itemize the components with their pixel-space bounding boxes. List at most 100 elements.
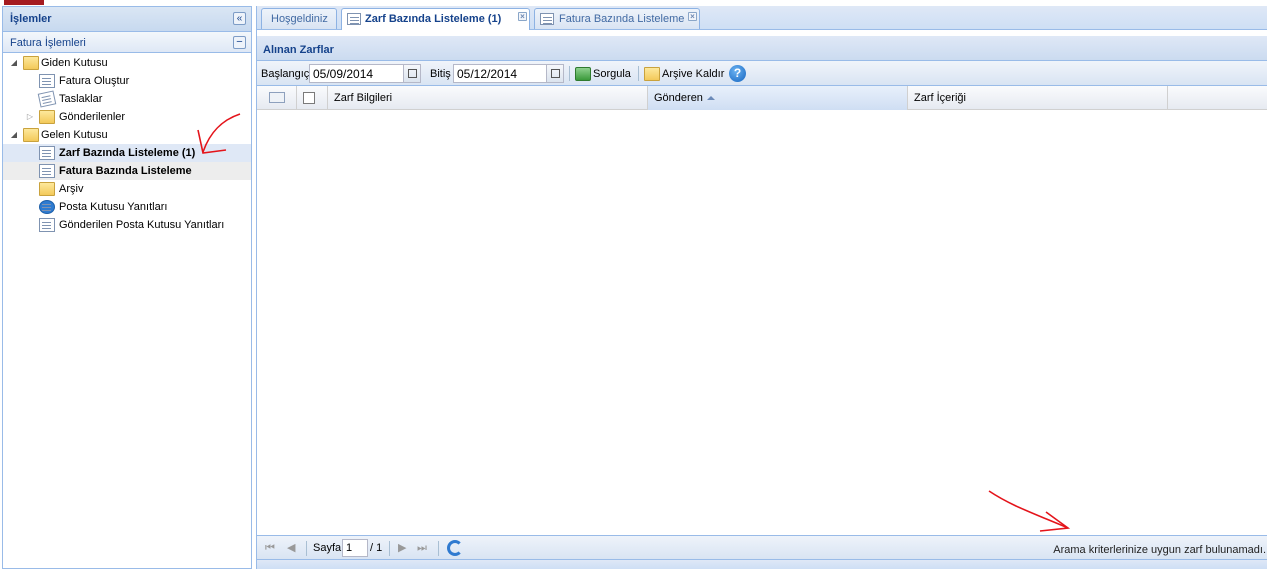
tree-node-label: Taslaklar [59, 93, 103, 105]
start-date-input[interactable] [310, 65, 402, 82]
toolbar-separator [638, 66, 639, 81]
start-date-field[interactable] [309, 64, 421, 83]
sent-icon [39, 110, 55, 124]
tree-node-label: Zarf Bazında Listeleme (1) [59, 147, 196, 159]
invoice-operations-header[interactable]: Fatura İşlemleri − [3, 32, 251, 53]
toolbar-separator [306, 541, 307, 556]
page-number-input[interactable] [342, 539, 368, 557]
paging-status: Arama kriterlerinize uygun zarf bulunama… [1053, 544, 1266, 556]
next-page-icon[interactable]: ▶ [398, 540, 406, 556]
refresh-icon[interactable] [447, 540, 463, 556]
last-page-icon[interactable]: ⏭ [417, 540, 427, 556]
received-envelopes-header: Alınan Zarflar [257, 36, 1267, 61]
tree-node-drafts[interactable]: Taslaklar [3, 90, 251, 108]
sort-asc-icon [706, 96, 715, 101]
toolbar-separator [569, 66, 570, 81]
tree-node-archive[interactable]: Arşiv [3, 180, 251, 198]
tree-node-label: Gönderilenler [59, 111, 126, 123]
grid-row-icon-column [257, 86, 297, 110]
page-label: Sayfa [313, 542, 342, 554]
tree-node-label: Gelen Kutusu [41, 129, 108, 141]
filter-toolbar: Başlangıç Bitiş Sorgula Arşive Kaldır ? [257, 61, 1267, 86]
sent-mailbox-reply-icon [39, 218, 55, 232]
expanded-triangle-icon[interactable]: ◢ [9, 54, 19, 72]
main-area: Hoşgeldiniz Zarf Bazında Listeleme (1) ×… [256, 6, 1267, 569]
column-label: Zarf Bilgileri [334, 92, 393, 104]
calendar-icon[interactable] [403, 65, 420, 82]
first-page-icon[interactable]: ⏮ [265, 540, 275, 556]
archive-icon [644, 67, 660, 81]
collapse-section-icon[interactable]: − [233, 36, 246, 49]
tab-label: Hoşgeldiniz [271, 13, 328, 25]
close-icon[interactable]: × [518, 12, 527, 21]
envelope-list-icon [39, 146, 55, 160]
calendar-icon[interactable] [546, 65, 563, 82]
tab-label: Zarf Bazında Listeleme (1) [365, 13, 502, 25]
tab-envelope-list[interactable]: Zarf Bazında Listeleme (1) × [341, 8, 530, 30]
tab-welcome[interactable]: Hoşgeldiniz [261, 8, 337, 29]
section-title: Fatura İşlemleri [10, 37, 86, 49]
tree-node-invoice-list[interactable]: Fatura Bazında Listeleme [3, 162, 251, 180]
close-icon[interactable]: × [688, 12, 697, 21]
query-button-label: Sorgula [593, 68, 631, 80]
tab-invoice-list[interactable]: Fatura Bazında Listeleme × [534, 8, 700, 29]
tree-node-inbox[interactable]: ◢ Gelen Kutusu [3, 126, 251, 144]
help-icon[interactable]: ? [729, 65, 746, 82]
tab-strip: Hoşgeldiniz Zarf Bazında Listeleme (1) ×… [257, 6, 1267, 30]
paging-toolbar: ⏮ ◀ Sayfa / 1 ▶ ⏭ Arama kriterlerinize u… [257, 535, 1267, 559]
tree-node-label: Fatura Oluştur [59, 75, 130, 87]
tree-node-create-invoice[interactable]: Fatura Oluştur [3, 72, 251, 90]
invoice-create-icon [39, 74, 55, 88]
folder-icon [23, 128, 39, 142]
tree-node-label: Giden Kutusu [41, 57, 108, 69]
column-label: Gönderen [654, 92, 703, 104]
tree-node-sent-mailbox-replies[interactable]: Gönderilen Posta Kutusu Yanıtları [3, 216, 251, 234]
operations-header: İşlemler « [3, 7, 251, 32]
column-sender[interactable]: Gönderen [648, 86, 908, 110]
detail-panel-header [257, 559, 1267, 569]
toolbar-separator [389, 541, 390, 556]
column-envelope-info[interactable]: Zarf Bilgileri [328, 86, 648, 110]
end-date-field[interactable] [453, 64, 564, 83]
start-date-label: Başlangıç [261, 68, 310, 80]
tree-node-envelope-list[interactable]: Zarf Bazında Listeleme (1) [3, 144, 251, 162]
select-all-column[interactable] [297, 86, 328, 110]
envelope-icon [269, 92, 285, 103]
tree-node-label: Arşiv [59, 183, 84, 195]
previous-page-icon[interactable]: ◀ [287, 540, 295, 556]
invoice-list-icon [540, 13, 554, 25]
end-date-input[interactable] [454, 65, 546, 82]
tree-node-label: Posta Kutusu Yanıtları [59, 201, 168, 213]
select-all-checkbox[interactable] [303, 92, 315, 104]
brand-bar [4, 0, 44, 5]
tab-label: Fatura Bazında Listeleme [559, 13, 685, 25]
column-label: Zarf İçeriği [914, 92, 966, 104]
tree-node-mailbox-replies[interactable]: Posta Kutusu Yanıtları [3, 198, 251, 216]
mailbox-reply-icon [39, 200, 55, 214]
column-envelope-content[interactable]: Zarf İçeriği [908, 86, 1168, 110]
expanded-triangle-icon[interactable]: ◢ [9, 126, 19, 144]
collapsed-triangle-icon[interactable]: ▷ [25, 108, 35, 126]
drafts-icon [37, 90, 57, 108]
toolbar-separator [438, 541, 439, 556]
panel-title: Alınan Zarflar [263, 44, 334, 56]
archive-remove-button[interactable]: Arşive Kaldır [644, 65, 728, 83]
archive-remove-label: Arşive Kaldır [662, 68, 725, 80]
invoice-list-icon [39, 164, 55, 178]
grid-body [257, 116, 1267, 535]
operations-panel: İşlemler « Fatura İşlemleri − ◢ Giden Ku… [2, 6, 252, 569]
grid-header: Zarf Bilgileri Gönderen Zarf İçeriği [257, 86, 1267, 110]
operations-tree: ◢ Giden Kutusu Fatura Oluştur Taslaklar … [3, 53, 251, 234]
panel-title: İşlemler [10, 13, 52, 25]
envelope-list-icon [347, 13, 361, 25]
tree-node-sent[interactable]: ▷ Gönderilenler [3, 108, 251, 126]
query-button[interactable]: Sorgula [575, 65, 635, 83]
end-date-label: Bitiş [430, 68, 451, 80]
tree-node-outbox[interactable]: ◢ Giden Kutusu [3, 54, 251, 72]
folder-icon [23, 56, 39, 70]
archive-icon [39, 182, 55, 196]
tree-node-label: Gönderilen Posta Kutusu Yanıtları [59, 219, 225, 231]
collapse-panel-icon[interactable]: « [233, 12, 246, 25]
query-icon [575, 67, 591, 81]
tree-node-label: Fatura Bazında Listeleme [59, 165, 192, 177]
